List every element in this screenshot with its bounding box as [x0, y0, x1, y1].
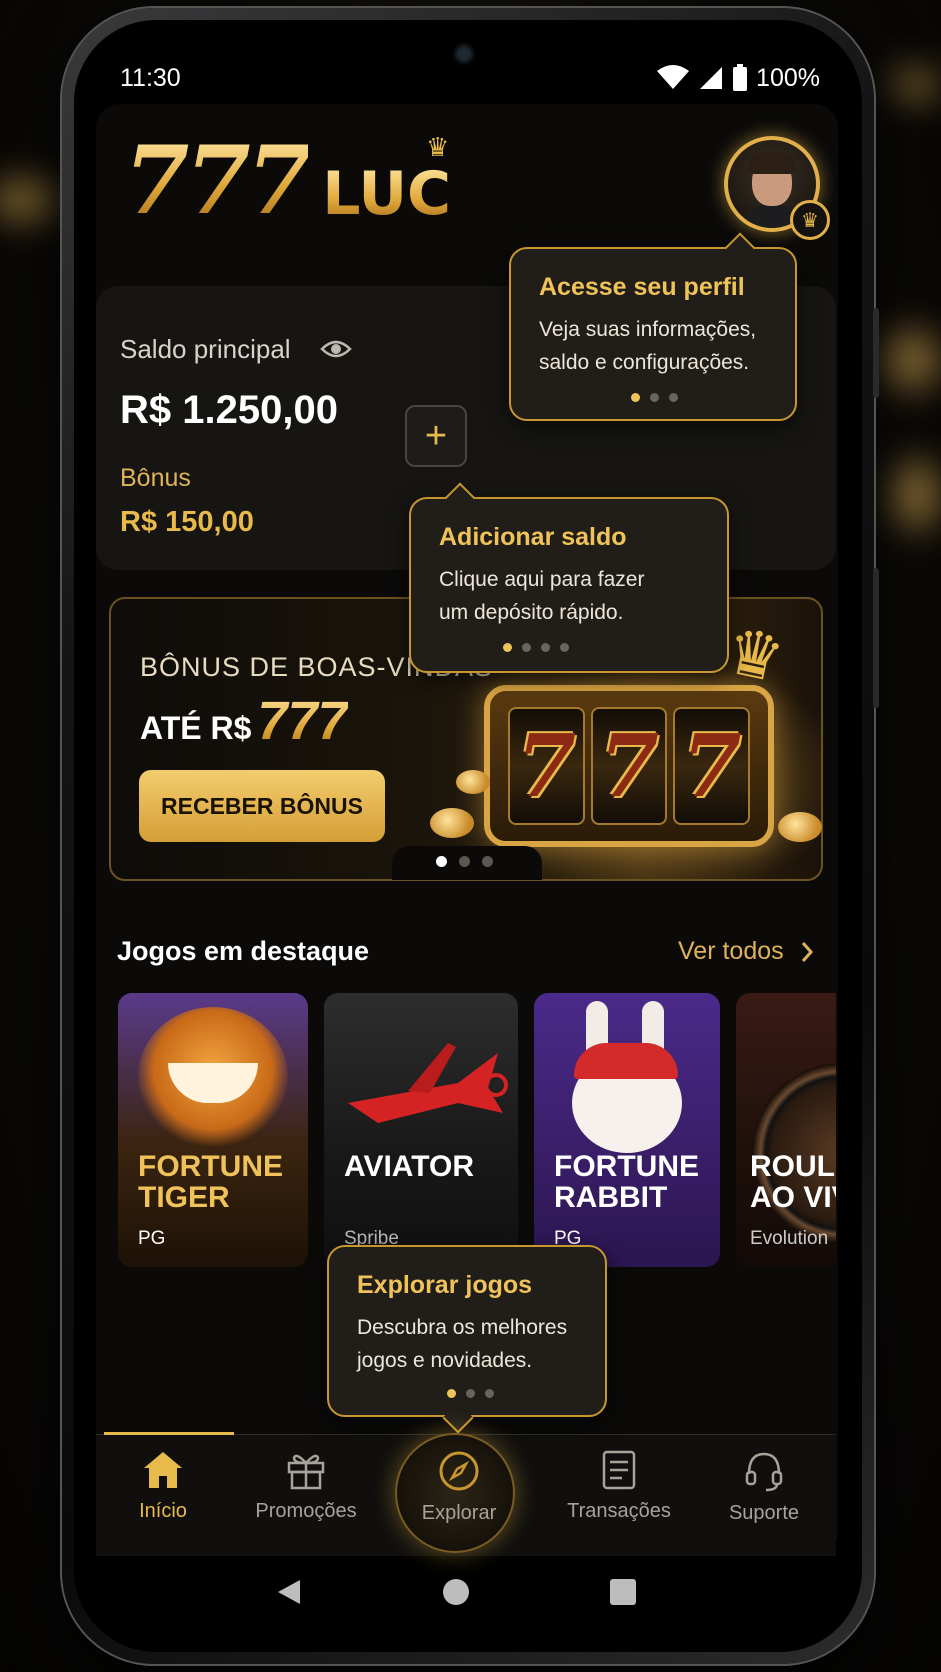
wifi-icon: [657, 65, 690, 89]
plus-icon: +: [424, 414, 448, 457]
game-card-fortune-tiger[interactable]: FORTUNE TIGER PG: [118, 993, 308, 1267]
eye-icon[interactable]: [320, 338, 352, 360]
slot-machine-art: 7 7 7: [484, 685, 774, 847]
background-light: [0, 180, 60, 220]
claim-bonus-button[interactable]: RECEBER BÔNUS: [139, 770, 385, 842]
nav-item-promotions[interactable]: Promoções: [236, 1450, 376, 1523]
back-icon[interactable]: [276, 1578, 302, 1606]
pagination-dot[interactable]: [459, 856, 470, 867]
coin-icon: [456, 770, 490, 794]
game-provider: PG: [138, 1228, 166, 1249]
tooltip-title: Explorar jogos: [357, 1271, 533, 1299]
game-title-line: FORTUNE: [554, 1150, 699, 1183]
main-balance-label: Saldo principal: [120, 334, 291, 364]
game-title-line: ROULE: [750, 1150, 836, 1183]
signal-icon: [700, 67, 723, 89]
tooltip-text: Clique aqui para fazer: [439, 568, 645, 591]
tooltip-title: Acesse seu perfil: [539, 273, 745, 301]
tooltip-explore: Explorar jogos Descubra os melhores jogo…: [327, 1245, 607, 1434]
game-title-line: FORTUNE: [138, 1150, 283, 1183]
status-bar: 11:30 100%: [120, 58, 820, 98]
game-provider: Evolution: [750, 1228, 829, 1249]
tooltip-text: Descubra os melhores: [357, 1316, 568, 1339]
pagination-dot[interactable]: [436, 856, 447, 867]
status-time: 11:30: [120, 63, 181, 92]
battery-icon: [733, 64, 748, 91]
game-title-line: AO VIV: [750, 1181, 836, 1214]
slot-reel: 7: [508, 707, 585, 825]
background-light: [890, 460, 940, 530]
app-logo: 777 LUC ♛: [124, 132, 452, 229]
active-tab-indicator: [104, 1432, 234, 1435]
nav-item-support[interactable]: Suporte: [694, 1450, 834, 1525]
coin-icon: [430, 808, 474, 838]
banner-pagination: [436, 856, 493, 867]
nav-label: Promoções: [255, 1500, 357, 1522]
gift-icon: [287, 1454, 325, 1490]
game-card-aviator[interactable]: AVIATOR Spribe: [324, 993, 518, 1267]
system-navigation: [276, 1578, 636, 1606]
nav-label: Início: [139, 1500, 187, 1522]
main-balance-value: R$ 1.250,00: [120, 388, 338, 432]
game-card-roulette[interactable]: ROULE AO VIV Evolution: [736, 993, 836, 1267]
game-title-line: RABBIT: [554, 1181, 668, 1214]
nav-label: Suporte: [728, 1502, 800, 1524]
logo-number: 777: [124, 126, 312, 236]
crown-icon: ♛: [426, 132, 450, 162]
game-title-line: TIGER: [138, 1181, 230, 1214]
nav-item-explore[interactable]: Explorar: [389, 1450, 529, 1525]
see-all-link[interactable]: Ver todos: [678, 937, 814, 966]
banner-subtitle-prefix: ATÉ R$: [140, 710, 252, 746]
tooltip-text: jogos e novidades.: [357, 1349, 533, 1372]
nav-label: Explorar: [421, 1502, 497, 1524]
tooltip-text: Veja suas informações,: [539, 318, 757, 341]
background-light: [880, 330, 940, 390]
tooltip-step-dots: [503, 643, 569, 652]
tooltip-step-dots: [631, 393, 678, 402]
game-card-fortune-rabbit[interactable]: FORTUNE RABBIT PG: [534, 993, 720, 1267]
airplane-icon: [348, 1043, 508, 1123]
home-icon: [144, 1452, 182, 1488]
receipt-icon: [602, 1450, 636, 1490]
nav-item-transactions[interactable]: Transações: [549, 1450, 689, 1523]
tooltip-profile: Acesse seu perfil Veja suas informações,…: [509, 232, 797, 421]
slot-reel: 7: [590, 707, 668, 825]
tooltip-deposit: Adicionar saldo Clique aqui para fazer u…: [409, 482, 729, 673]
tooltip-text: um depósito rápido.: [439, 601, 624, 624]
nav-label: Transações: [567, 1500, 671, 1522]
featured-games-title: Jogos em destaque: [117, 936, 370, 966]
compass-icon: [439, 1451, 479, 1491]
recents-icon[interactable]: [610, 1579, 636, 1605]
pagination-dot[interactable]: [482, 856, 493, 867]
background-light: [890, 70, 940, 100]
tooltip-title: Adicionar saldo: [439, 523, 627, 551]
headset-icon: [745, 1452, 783, 1492]
chevron-right-icon: [801, 941, 813, 962]
slot-reel: 7: [673, 707, 751, 825]
home-button-icon[interactable]: [442, 1578, 470, 1606]
tooltip-step-dots: [447, 1389, 494, 1398]
banner-subtitle-amount: 777: [257, 691, 348, 751]
banner-subtitle: ATÉ R$ 777: [140, 690, 348, 752]
battery-percent: 100%: [756, 63, 820, 92]
bonus-value: R$ 150,00: [120, 506, 254, 538]
nav-item-home[interactable]: Início: [93, 1450, 233, 1523]
add-balance-button[interactable]: +: [405, 405, 467, 467]
logo-word: LUC: [322, 159, 452, 229]
bonus-label: Bônus: [120, 464, 191, 492]
tooltip-text: saldo e configurações.: [539, 351, 750, 374]
vip-crown-icon: ♛: [790, 200, 830, 240]
game-title-line: AVIATOR: [344, 1150, 475, 1183]
see-all-label: Ver todos: [678, 937, 784, 965]
coin-icon: [778, 812, 822, 842]
